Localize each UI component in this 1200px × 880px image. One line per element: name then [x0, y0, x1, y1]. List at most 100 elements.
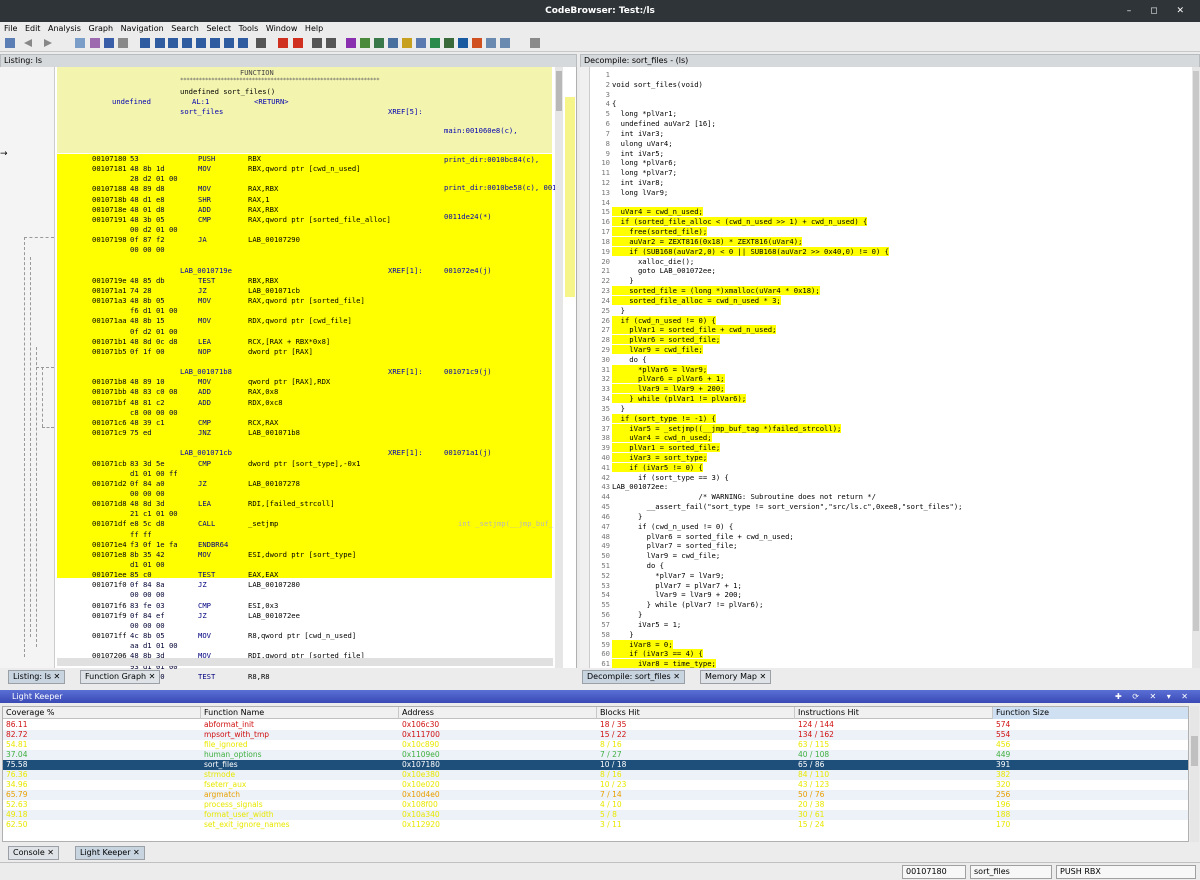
save-icon[interactable]	[5, 38, 15, 48]
menu-navigation[interactable]: Navigation	[121, 24, 164, 33]
listing-row[interactable]: 00107191 48 3b 05 CMP RAX,qword ptr [sorted…	[58, 215, 553, 225]
folder-icon[interactable]	[402, 38, 412, 48]
table-row[interactable]: 75.58 sort_files 0x107180 10 / 18 65 / 86 391	[3, 760, 1188, 770]
listing-row[interactable]: 001071bf 48 81 c2 ADD RDX,0xc8	[58, 398, 553, 408]
next-b-icon[interactable]	[238, 38, 248, 48]
next-d-icon[interactable]	[168, 38, 178, 48]
next-u-icon[interactable]	[182, 38, 192, 48]
listing-row[interactable]: aa d1 01 00	[58, 641, 553, 651]
code-line[interactable]: 8 ulong uVar4;	[590, 139, 1190, 149]
table-row[interactable]: 34.96 fseterr_aux 0x10e020 10 / 23 43 / 123 3…	[3, 780, 1188, 790]
code-line[interactable]: 31 *plVar6 = lVar9;	[590, 364, 1190, 375]
arrow-right-icon[interactable]	[278, 38, 288, 48]
run-icon[interactable]	[430, 38, 440, 48]
code-line[interactable]: 53 plVar7 = plVar7 + 1;	[590, 581, 1190, 591]
code-line[interactable]: 56 }	[590, 610, 1190, 620]
menu-select[interactable]: Select	[206, 24, 231, 33]
next-i-icon[interactable]	[155, 38, 165, 48]
window-controls[interactable]: – ◻ ✕	[1127, 0, 1192, 22]
code-line[interactable]: 9 int iVar5;	[590, 149, 1190, 159]
listing-row[interactable]: 001071aa 48 8b 15 MOV RDX,qword ptr [cwd_fi…	[58, 316, 553, 326]
code-line[interactable]: 34 } while (plVar1 != plVar6);	[590, 394, 1190, 404]
listing-row[interactable]: 001071d2 0f 84 a0 JZ LAB_00107278	[58, 479, 553, 489]
code-line[interactable]: 50 lVar9 = cwd_file;	[590, 551, 1190, 561]
function-name-label[interactable]: sort_files	[180, 107, 223, 116]
down-arrow-icon[interactable]	[140, 38, 150, 48]
table-row[interactable]: 62.50 set_exit_ignore_names 0x112920 3 / 11…	[3, 820, 1188, 830]
listing-row[interactable]: 001071bb 48 83 c0 08 ADD RAX,0x8	[58, 387, 553, 397]
code-line[interactable]: 2 void sort_files(void)	[590, 80, 1190, 90]
code-line[interactable]: 57 iVar5 = 1;	[590, 620, 1190, 630]
code-line[interactable]: 58 }	[590, 630, 1190, 640]
listing-label-row[interactable]: LAB_0010719e XREF[1]: 001072e4(j)	[58, 266, 553, 276]
listing-row[interactable]: 00107180 53 PUSH RBX	[58, 154, 553, 164]
listing-row[interactable]: 001071cb 83 3d 5e CMP dword ptr [sort_type]…	[58, 459, 553, 469]
listing-row[interactable]: 001071b1 48 8d 0c d8 LEA RCX,[RAX + RBX*0x8…	[58, 337, 553, 347]
code-line[interactable]: 22 }	[590, 276, 1190, 286]
decompile-icon[interactable]	[444, 38, 454, 48]
table-row[interactable]: 37.04 human_options 0x1109e0 7 / 27 40 / 108…	[3, 750, 1188, 760]
code-line[interactable]: 55 } while (plVar7 != plVar6);	[590, 600, 1190, 610]
code-line[interactable]: 10 long *plVar6;	[590, 158, 1190, 168]
next-instruction-icon[interactable]	[104, 38, 114, 48]
code-line[interactable]: 26 if (cwd_n_used != 0) {	[590, 315, 1190, 326]
next-l-icon[interactable]	[196, 38, 206, 48]
listing-row[interactable]: f6 d1 01 00	[58, 306, 553, 316]
menu-file[interactable]: File	[4, 24, 17, 33]
console-icon[interactable]	[458, 38, 468, 48]
table-row[interactable]: 49.18 format_user_width 0x10a340 5 / 8 30 / …	[3, 810, 1188, 820]
code-line[interactable]: 18 auVar2 = ZEXT816(0x18) * ZEXT816(uVar…	[590, 236, 1190, 247]
listing-row[interactable]	[58, 438, 553, 448]
col-blocks-hit[interactable]: Blocks Hit	[597, 707, 795, 719]
code-line[interactable]: 44 /* WARNING: Subroutine does not retur…	[590, 492, 1190, 502]
code-line[interactable]: 36 if (sort_type != -1) {	[590, 413, 1190, 424]
tab-decompile[interactable]: Decompile: sort_files ✕	[582, 670, 685, 684]
listing-row[interactable]: 0010718b 48 d1 e8 SHR RAX,1	[58, 195, 553, 205]
code-line[interactable]: 7 int iVar3;	[590, 129, 1190, 139]
listing-row[interactable]: 001071c9 75 ed JNZ LAB_001071b8	[58, 428, 553, 438]
code-line[interactable]: 12 int iVar8;	[590, 178, 1190, 188]
code-line[interactable]: 17 free(sorted_file);	[590, 227, 1190, 237]
code-line[interactable]: 6 undefined auVar2 [16];	[590, 119, 1190, 129]
tab-listing[interactable]: Listing: ls ✕	[8, 670, 66, 684]
listing-row[interactable]: 001071f9 0f 84 ef JZ LAB_001072ee	[58, 611, 553, 621]
menu-analysis[interactable]: Analysis	[48, 24, 81, 33]
listing-row[interactable]: 001071b5 0f 1f 00 NOP dword ptr [RAX]	[58, 347, 553, 357]
listing-vertical-scrollbar[interactable]	[555, 67, 563, 668]
listing-row[interactable]: c8 00 00 00	[58, 408, 553, 418]
menu-search[interactable]: Search	[171, 24, 198, 33]
col-coverage[interactable]: Coverage %	[3, 707, 201, 719]
code-line[interactable]: 42 if (sort_type == 3) {	[590, 473, 1190, 483]
code-line[interactable]: 20 xalloc_die();	[590, 257, 1190, 267]
code-line[interactable]: 43 LAB_001072ee:	[590, 482, 1190, 492]
code-line[interactable]: 14	[590, 198, 1190, 208]
lightkeeper-table[interactable]: Coverage % Function Name Address Blocks …	[2, 706, 1189, 842]
code-line[interactable]: 35 }	[590, 404, 1190, 414]
code-line[interactable]: 11 long *plVar7;	[590, 168, 1190, 178]
code-line[interactable]: 32 plVar6 = plVar6 + 1;	[590, 374, 1190, 384]
code-line[interactable]: 29 lVar9 = cwd_file;	[590, 344, 1190, 355]
next-undefined-icon[interactable]	[118, 38, 128, 48]
nav-direction-icon[interactable]	[75, 38, 85, 48]
code-line[interactable]: 45 __assert_fail("sort_type != sort_vers…	[590, 502, 1190, 512]
code-line[interactable]: 15 uVar4 = cwd_n_used;	[590, 207, 1190, 217]
code-line[interactable]: 39 plVar1 = sorted_file;	[590, 443, 1190, 453]
listing-row[interactable]: 21 c1 01 00	[58, 509, 553, 519]
menu-help[interactable]: Help	[305, 24, 323, 33]
listing-row[interactable]: 001071d8 48 8d 3d LEA RDI,[failed_strcoll]	[58, 499, 553, 509]
listing-row[interactable]: 00 00 00	[58, 245, 553, 255]
code-line[interactable]: 51 do {	[590, 561, 1190, 571]
code-line[interactable]: 54 lVar9 = lVar9 + 200;	[590, 590, 1190, 600]
code-line[interactable]: 30 do {	[590, 355, 1190, 365]
code-line[interactable]: 19 if (SUB168(auVar2,0) < 0 || SUB168(au…	[590, 246, 1190, 257]
listing-row[interactable]: 001071b8 48 89 10 MOV qword ptr [RAX],RDX	[58, 377, 553, 387]
listing-row[interactable]	[58, 256, 553, 266]
code-line[interactable]: 48 plVar6 = sorted_file + cwd_n_used;	[590, 532, 1190, 542]
code-line[interactable]: 49 plVar7 = sorted_file;	[590, 541, 1190, 551]
tab-lightkeeper[interactable]: Light Keeper ✕	[75, 846, 145, 860]
listing-row[interactable]: 00107181 48 8b 1d MOV RBX,qword ptr [cwd_n_…	[58, 164, 553, 174]
code-line[interactable]: 25 }	[590, 306, 1190, 316]
tab-console[interactable]: Console ✕	[8, 846, 60, 860]
code-line[interactable]: 3	[590, 90, 1190, 100]
listing-row[interactable]: 00 00 00	[58, 590, 553, 600]
